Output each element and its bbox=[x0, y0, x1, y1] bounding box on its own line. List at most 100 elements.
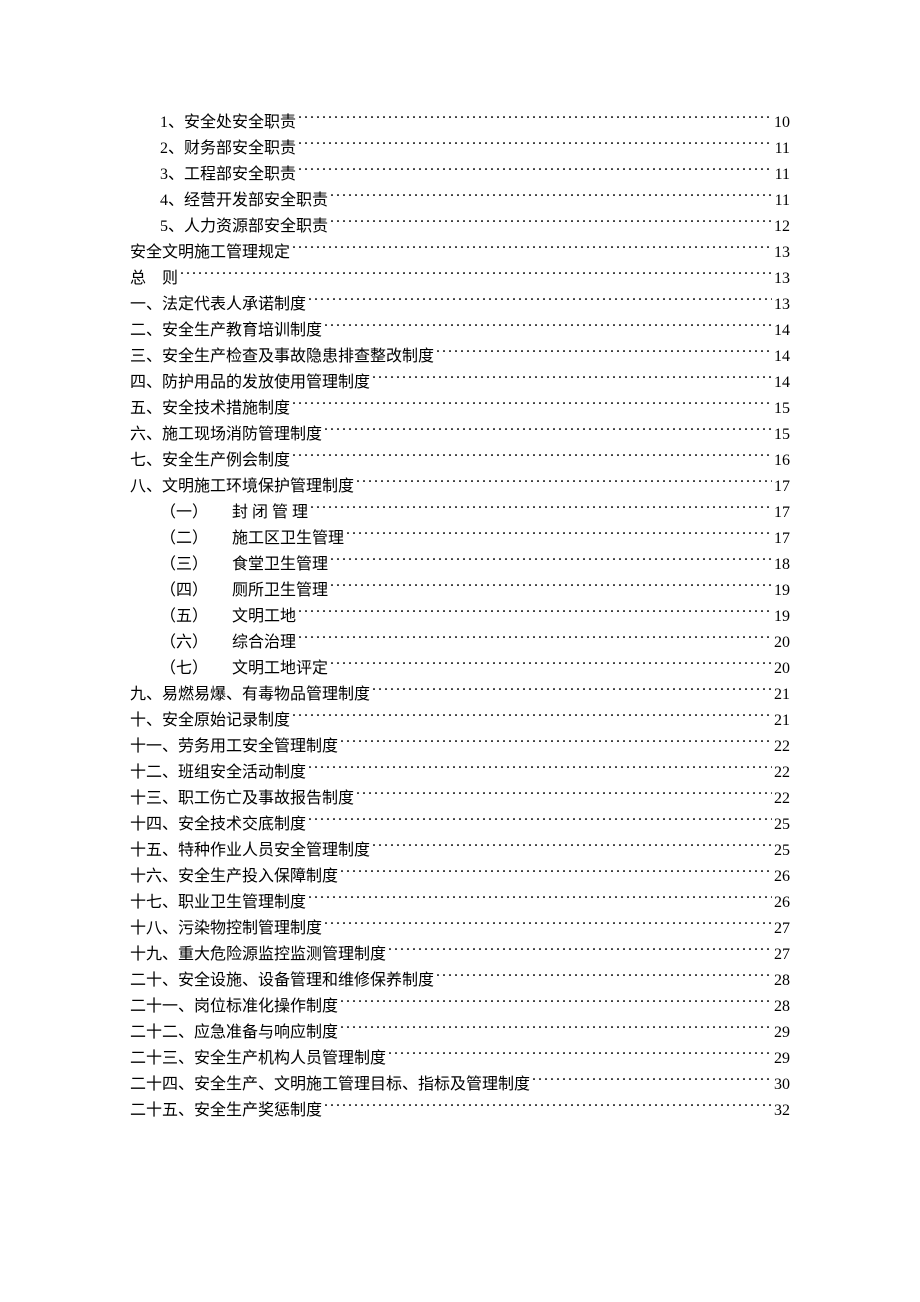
toc-title-text: 十四、安全技术交底制度 bbox=[130, 816, 306, 833]
toc-title: （四）厕所卫生管理 bbox=[160, 578, 328, 604]
toc-entry: 二十二、应急准备与响应制度29 bbox=[130, 1020, 790, 1046]
toc-title-text: 综合治理 bbox=[232, 634, 296, 651]
toc-title-text: 二十一、岗位标准化操作制度 bbox=[130, 998, 338, 1015]
toc-title: （五）文明工地 bbox=[160, 604, 296, 630]
toc-title-text: 4、经营开发部安全职责 bbox=[160, 192, 328, 209]
toc-leader-dots bbox=[308, 891, 772, 907]
toc-entry: （七）文明工地评定20 bbox=[130, 656, 790, 682]
toc-entry: 二十四、安全生产、文明施工管理目标、指标及管理制度 30 bbox=[130, 1072, 790, 1098]
toc-title: 二十三、安全生产机构人员管理制度 bbox=[130, 1046, 386, 1072]
toc-title-text: 七、安全生产例会制度 bbox=[130, 452, 290, 469]
toc-entry: （三）食堂卫生管理18 bbox=[130, 552, 790, 578]
toc-title-text: 十、安全原始记录制度 bbox=[130, 712, 290, 729]
toc-title: 十七、职业卫生管理制度 bbox=[130, 890, 306, 916]
toc-title-text: 二、安全生产教育培训制度 bbox=[130, 322, 322, 339]
toc-page-number: 17 bbox=[774, 500, 790, 526]
toc-leader-dots bbox=[324, 319, 772, 335]
toc-title: 5、人力资源部安全职责 bbox=[160, 214, 328, 240]
toc-leader-dots bbox=[308, 761, 772, 777]
toc-leader-dots bbox=[346, 527, 772, 543]
toc-entry: 九、易燃易爆、有毒物品管理制度21 bbox=[130, 682, 790, 708]
toc-page-number: 29 bbox=[774, 1046, 790, 1072]
toc-container: 1、安全处安全职责102、财务部安全职责113、工程部安全职责114、经营开发部… bbox=[130, 110, 790, 1124]
toc-title-text: 五、安全技术措施制度 bbox=[130, 400, 290, 417]
toc-title-text: 2、财务部安全职责 bbox=[160, 140, 296, 157]
toc-title-text: 十三、职工伤亡及事故报告制度 bbox=[130, 790, 354, 807]
toc-title-text: 一、法定代表人承诺制度 bbox=[130, 296, 306, 313]
toc-page-number: 25 bbox=[774, 838, 790, 864]
toc-entry: 二十三、安全生产机构人员管理制度 29 bbox=[130, 1046, 790, 1072]
toc-leader-dots bbox=[298, 163, 773, 179]
toc-entry: 二十、安全设施、设备管理和维修保养制度28 bbox=[130, 968, 790, 994]
toc-title-text: 文明工地 bbox=[232, 608, 296, 625]
toc-title: 四、防护用品的发放使用管理制度 bbox=[130, 370, 370, 396]
toc-leader-dots bbox=[388, 1047, 772, 1063]
toc-title-text: 总 则 bbox=[130, 270, 178, 287]
toc-leader-dots bbox=[298, 605, 772, 621]
toc-page-number: 26 bbox=[774, 864, 790, 890]
toc-title-text: 十一、劳务用工安全管理制度 bbox=[130, 738, 338, 755]
toc-title: 二十、安全设施、设备管理和维修保养制度 bbox=[130, 968, 434, 994]
toc-entry: 二十五、安全生产奖惩制度32 bbox=[130, 1098, 790, 1124]
toc-page-number: 20 bbox=[774, 630, 790, 656]
toc-title: （七）文明工地评定 bbox=[160, 656, 328, 682]
toc-entry: 十四、安全技术交底制度 25 bbox=[130, 812, 790, 838]
toc-title: 安全文明施工管理规定 bbox=[130, 240, 290, 266]
toc-entry: 十九、重大危险源监控监测管理制度27 bbox=[130, 942, 790, 968]
toc-page-number: 15 bbox=[774, 422, 790, 448]
toc-entry: （四）厕所卫生管理19 bbox=[130, 578, 790, 604]
toc-page-number: 30 bbox=[774, 1072, 790, 1098]
toc-title-text: 食堂卫生管理 bbox=[232, 556, 328, 573]
toc-page-number: 18 bbox=[774, 552, 790, 578]
toc-title: 4、经营开发部安全职责 bbox=[160, 188, 328, 214]
toc-leader-dots bbox=[356, 475, 772, 491]
toc-title: 十六、安全生产投入保障制度 bbox=[130, 864, 338, 890]
toc-title: 五、安全技术措施制度 bbox=[130, 396, 290, 422]
toc-title-text: 安全文明施工管理规定 bbox=[130, 244, 290, 261]
toc-page-number: 22 bbox=[774, 734, 790, 760]
toc-title: 1、安全处安全职责 bbox=[160, 110, 296, 136]
toc-entry: （六）综合治理20 bbox=[130, 630, 790, 656]
toc-page-number: 26 bbox=[774, 890, 790, 916]
toc-entry: （二）施工区卫生管理17 bbox=[130, 526, 790, 552]
toc-entry: 十六、安全生产投入保障制度 26 bbox=[130, 864, 790, 890]
toc-title-text: 二十四、安全生产、文明施工管理目标、指标及管理制度 bbox=[130, 1076, 530, 1093]
toc-title: （二）施工区卫生管理 bbox=[160, 526, 344, 552]
toc-leader-dots bbox=[388, 943, 772, 959]
toc-title-text: 5、人力资源部安全职责 bbox=[160, 218, 328, 235]
toc-leader-dots bbox=[330, 553, 772, 569]
toc-title: 总 则 bbox=[130, 266, 178, 292]
toc-leader-dots bbox=[330, 215, 772, 231]
toc-entry: 七、安全生产例会制度 16 bbox=[130, 448, 790, 474]
toc-entry: 一、法定代表人承诺制度13 bbox=[130, 292, 790, 318]
toc-title: 十九、重大危险源监控监测管理制度 bbox=[130, 942, 386, 968]
toc-title: 二十一、岗位标准化操作制度 bbox=[130, 994, 338, 1020]
toc-title: 二、安全生产教育培训制度 bbox=[130, 318, 322, 344]
toc-entry: 十八、污染物控制管理制度27 bbox=[130, 916, 790, 942]
toc-leader-dots bbox=[298, 137, 773, 153]
toc-title-text: 1、安全处安全职责 bbox=[160, 114, 296, 131]
toc-leader-dots bbox=[340, 865, 772, 881]
toc-prefix: （五） bbox=[160, 604, 232, 630]
toc-page-number: 10 bbox=[774, 110, 790, 136]
toc-page-number: 25 bbox=[774, 812, 790, 838]
toc-title: 二十二、应急准备与响应制度 bbox=[130, 1020, 338, 1046]
toc-title: 2、财务部安全职责 bbox=[160, 136, 296, 162]
toc-entry: 二十一、岗位标准化操作制度28 bbox=[130, 994, 790, 1020]
toc-title: 十、安全原始记录制度 bbox=[130, 708, 290, 734]
toc-title-text: 四、防护用品的发放使用管理制度 bbox=[130, 374, 370, 391]
toc-entry: （一）封 闭 管 理17 bbox=[130, 500, 790, 526]
toc-page-number: 16 bbox=[774, 448, 790, 474]
toc-page-number: 15 bbox=[774, 396, 790, 422]
toc-title: 十八、污染物控制管理制度 bbox=[130, 916, 322, 942]
toc-entry: 十、安全原始记录制度21 bbox=[130, 708, 790, 734]
toc-title: 3、工程部安全职责 bbox=[160, 162, 296, 188]
toc-page-number: 12 bbox=[774, 214, 790, 240]
toc-entry: 总 则13 bbox=[130, 266, 790, 292]
toc-entry: 3、工程部安全职责11 bbox=[130, 162, 790, 188]
toc-prefix: （七） bbox=[160, 656, 232, 682]
toc-entry: 三、安全生产检查及事故隐患排查整改制度14 bbox=[130, 344, 790, 370]
toc-title: 一、法定代表人承诺制度 bbox=[130, 292, 306, 318]
toc-leader-dots bbox=[372, 371, 772, 387]
toc-title-text: 六、施工现场消防管理制度 bbox=[130, 426, 322, 443]
